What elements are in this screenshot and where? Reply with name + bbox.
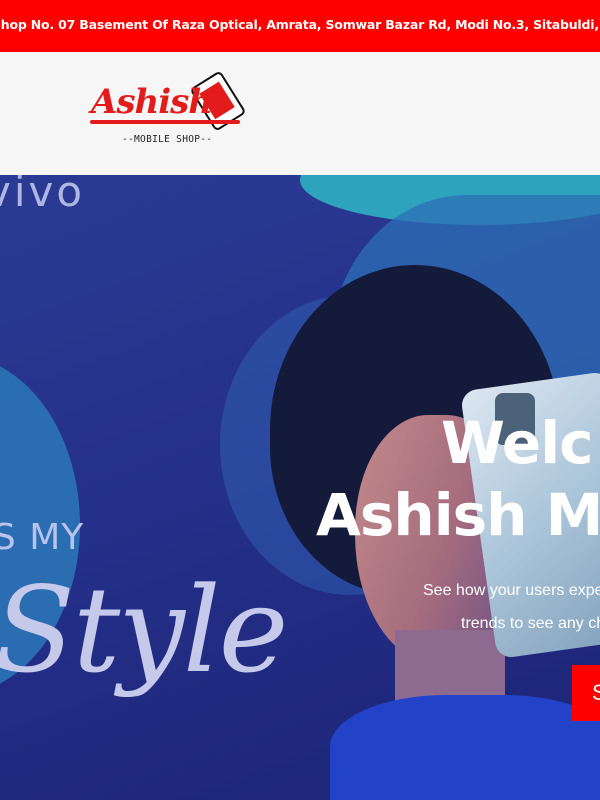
brand-logo: vivo [0,175,86,216]
logo-name: Ashish [91,82,213,122]
hero-description-line2: trends to see any ch [461,615,600,632]
site-logo[interactable]: Ashish --MOBILE SHOP-- [88,70,258,162]
address-bar: Shop No. 07 Basement Of Raza Optical, Am… [0,0,600,52]
cta-button[interactable]: S [572,665,600,721]
hero-title-line1: Welc [441,409,594,477]
hero-description-line1: See how your users exper [423,582,600,599]
hero-title: Welc Ashish M [316,407,600,551]
hero-description: See how your users exper trends to see a… [400,574,600,640]
logo-subtitle: --MOBILE SHOP-- [122,134,213,145]
address-text: Shop No. 07 Basement Of Raza Optical, Am… [0,17,600,32]
tagline-script: Style [0,561,288,699]
hero-banner: vivo 'S MY Style Welc Ashish M See how y… [0,175,600,800]
site-header: Ashish --MOBILE SHOP-- [0,52,600,175]
model-dress [330,695,600,800]
tagline-top: 'S MY [0,517,85,558]
logo-underline [90,120,240,124]
hero-title-line2: Ashish M [316,481,600,549]
